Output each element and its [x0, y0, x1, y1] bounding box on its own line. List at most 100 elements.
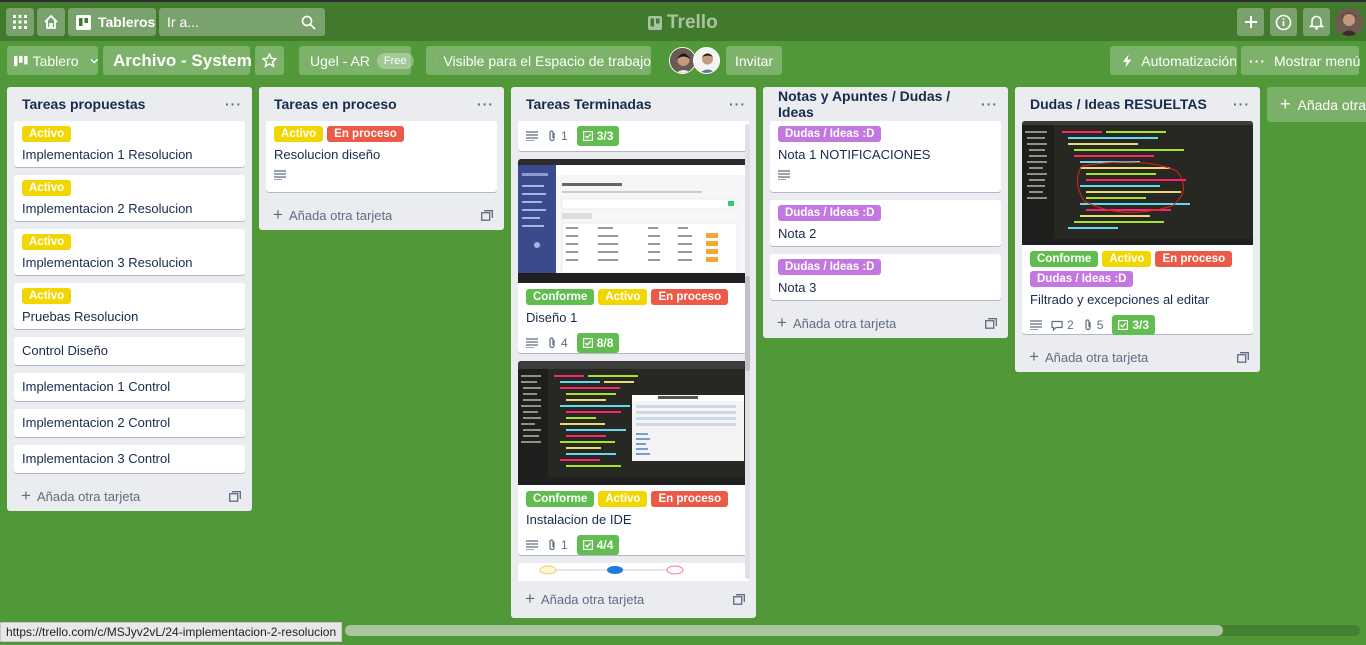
add-card-button[interactable]: + Añada otra tarjeta — [763, 308, 1008, 338]
card[interactable]: Conforme Activo En proceso Instalacion d… — [518, 361, 749, 555]
card[interactable]: Activo Implementacion 1 Resolucion — [14, 121, 245, 167]
show-menu-button[interactable]: ··· Mostrar menú — [1241, 46, 1360, 75]
card[interactable]: Activo Implementacion 3 Resolucion — [14, 229, 245, 275]
label-activo[interactable]: Activo — [22, 288, 72, 304]
card[interactable]: Dudas / Ideas :D Nota 2 — [770, 200, 1001, 246]
board-scrollbar-thumb[interactable] — [345, 625, 1223, 636]
add-card-button[interactable]: + Añada otra tarjeta — [1015, 342, 1260, 372]
create-plus-icon[interactable] — [1237, 8, 1264, 36]
label-dudas-ideas[interactable]: Dudas / Ideas :D — [778, 205, 882, 221]
list-dudas-ideas-resueltas: Dudas / Ideas RESUELTAS ··· Conforme Act… — [1015, 87, 1260, 372]
trello-logo[interactable]: Trello — [648, 12, 718, 34]
list-menu-icon[interactable]: ··· — [729, 96, 746, 112]
checklist-badge: 3/3 — [576, 126, 620, 146]
label-activo[interactable]: Activo — [274, 126, 324, 142]
create-from-template-icon[interactable] — [481, 209, 493, 221]
label-conforme[interactable]: Conforme — [526, 491, 595, 507]
create-from-template-icon[interactable] — [733, 593, 745, 605]
label-activo[interactable]: Activo — [22, 234, 72, 250]
label-activo[interactable]: Activo — [22, 180, 72, 196]
list-header[interactable]: Tareas en proceso ··· — [259, 87, 504, 121]
list-menu-icon[interactable]: ··· — [981, 96, 998, 112]
card[interactable]: Implementacion 1 Control — [14, 373, 245, 401]
search-box[interactable] — [159, 8, 325, 36]
visibility-button[interactable]: Visible para el Espacio de trabajo — [426, 46, 651, 75]
label-en-proceso[interactable]: En proceso — [651, 289, 729, 305]
card-cover-image — [518, 159, 749, 283]
label-en-proceso[interactable]: En proceso — [1155, 251, 1233, 267]
create-from-template-icon[interactable] — [229, 490, 241, 502]
list-header[interactable]: Tareas Terminadas ··· — [511, 87, 756, 121]
label-dudas-ideas[interactable]: Dudas / Ideas :D — [1030, 271, 1134, 287]
apps-grid-icon[interactable] — [6, 8, 34, 36]
card[interactable]: Dudas / Ideas :D Nota 1 NOTIFICACIONES — [770, 121, 1001, 192]
label-activo[interactable]: Activo — [1102, 251, 1152, 267]
list-header[interactable]: Dudas / Ideas RESUELTAS ··· — [1015, 87, 1260, 121]
list-title[interactable]: Notas y Apuntes / Dudas / Ideas — [778, 88, 981, 120]
create-from-template-icon[interactable] — [1237, 351, 1249, 363]
user-avatar[interactable] — [1335, 8, 1363, 36]
card[interactable]: Activo Implementacion 2 Resolucion — [14, 175, 245, 221]
search-icon[interactable] — [301, 15, 316, 30]
automation-button[interactable]: Automatización — [1110, 46, 1237, 75]
list-tareas-en-proceso: Tareas en proceso ··· Activo En proceso … — [259, 87, 504, 230]
card[interactable]: Dudas / Ideas :D Nota 3 — [770, 254, 1001, 300]
boards-button[interactable]: Tableros — [68, 8, 156, 36]
card[interactable]: 1 3/3 — [518, 121, 749, 151]
add-card-button[interactable]: + Añada otra tarjeta — [511, 584, 756, 614]
member-avatar-2[interactable] — [693, 47, 720, 74]
list-menu-icon[interactable]: ··· — [1233, 96, 1250, 112]
add-card-button[interactable]: + Añada otra tarjeta — [7, 481, 252, 511]
card[interactable]: Control Diseño — [14, 337, 245, 365]
notifications-bell-icon[interactable] — [1303, 8, 1330, 36]
board-name-title[interactable]: Archivo - System — [103, 46, 252, 75]
card[interactable]: Implementacion 2 Control — [14, 409, 245, 437]
label-conforme[interactable]: Conforme — [526, 289, 595, 305]
label-en-proceso[interactable]: En proceso — [327, 126, 404, 142]
list-cards-scroll-area[interactable]: 1 3/3 Conforme Activo En proceso Diseño … — [511, 121, 756, 581]
attachments-count: 1 — [561, 129, 568, 143]
list-title[interactable]: Tareas Terminadas — [526, 96, 652, 112]
invite-button[interactable]: Invitar — [726, 46, 782, 75]
card[interactable]: Conforme Activo En proceso Dudas / Ideas… — [1022, 121, 1253, 335]
add-list-button[interactable]: + Añada otra lista — [1267, 87, 1366, 122]
list-header[interactable]: Tareas propuestas ··· — [7, 87, 252, 121]
label-en-proceso[interactable]: En proceso — [651, 491, 729, 507]
star-board-icon[interactable] — [255, 46, 284, 75]
label-dudas-ideas[interactable]: Dudas / Ideas :D — [778, 259, 882, 275]
list-scrollbar-thumb[interactable] — [745, 276, 750, 371]
label-conforme[interactable]: Conforme — [1030, 251, 1099, 267]
home-icon[interactable] — [37, 8, 65, 36]
board-view-switcher[interactable]: Tablero — [7, 46, 98, 75]
info-icon[interactable] — [1270, 8, 1297, 36]
card[interactable]: Activo En proceso Resolucion diseño — [266, 121, 497, 192]
list-menu-icon[interactable]: ··· — [477, 96, 494, 112]
card[interactable]: Activo Pruebas Resolucion — [14, 283, 245, 329]
card[interactable] — [518, 563, 749, 581]
workspace-plan-badge: Free — [376, 52, 414, 69]
label-activo[interactable]: Activo — [598, 491, 648, 507]
checklist-count: 8/8 — [596, 336, 614, 350]
create-from-template-icon[interactable] — [985, 317, 997, 329]
list-scrollbar[interactable] — [745, 124, 750, 579]
label-activo[interactable]: Activo — [22, 126, 72, 142]
card[interactable]: Conforme Activo En proceso Diseño 1 4 8/… — [518, 159, 749, 353]
plus-icon: + — [777, 313, 787, 332]
list-title[interactable]: Tareas propuestas — [22, 96, 145, 112]
label-activo[interactable]: Activo — [598, 289, 648, 305]
member-avatar-1[interactable] — [669, 47, 696, 74]
add-card-button[interactable]: + Añada otra tarjeta — [259, 200, 504, 230]
card-title: Implementacion 3 Control — [22, 451, 171, 466]
list-menu-icon[interactable]: ··· — [225, 96, 242, 112]
card[interactable]: Implementacion 3 Control — [14, 445, 245, 473]
label-dudas-ideas[interactable]: Dudas / Ideas :D — [778, 126, 882, 142]
list-title[interactable]: Dudas / Ideas RESUELTAS — [1030, 96, 1207, 112]
list-header[interactable]: Notas y Apuntes / Dudas / Ideas ··· — [763, 87, 1008, 121]
list-title[interactable]: Tareas en proceso — [274, 96, 397, 112]
description-icon — [526, 338, 538, 348]
boards-icon — [76, 14, 91, 30]
add-card-label: Añada otra tarjeta — [540, 592, 645, 607]
workspace-button[interactable]: Ugel - AR Free — [299, 46, 414, 75]
board-horizontal-scrollbar[interactable] — [345, 625, 1360, 636]
search-input[interactable] — [167, 14, 297, 30]
